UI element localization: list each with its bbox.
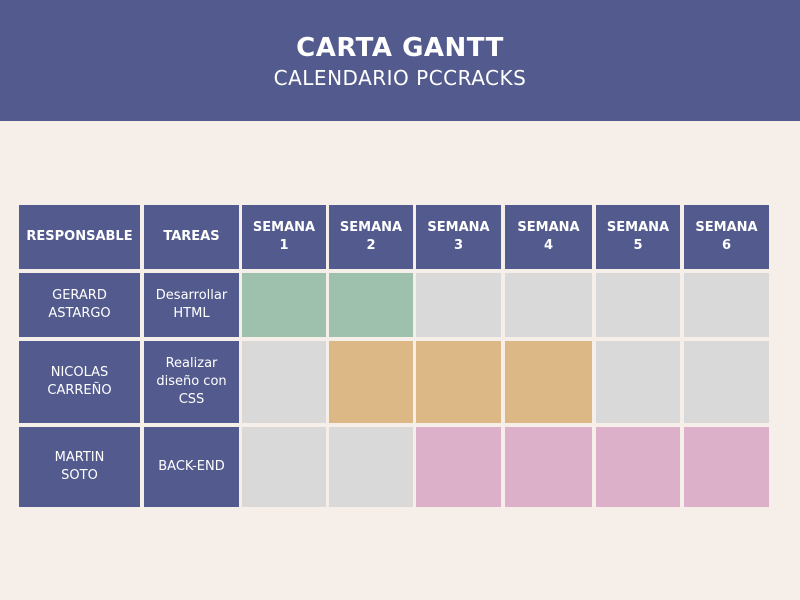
responsable-cell: MARTIN SOTO xyxy=(19,427,140,507)
task-label: BACK-END xyxy=(158,459,225,474)
column-header-label: SEMANA 2 xyxy=(339,220,403,253)
column-header: RESPONSABLE xyxy=(19,205,140,269)
gantt-table: RESPONSABLE TAREAS SEMANA 1 SEMANA 2 SEMANA … xyxy=(19,205,769,507)
task-cell: Desarrollar HTML xyxy=(144,273,239,337)
gantt-bar-empty xyxy=(416,273,501,337)
gantt-bar-empty xyxy=(329,427,413,507)
gantt-bar-active xyxy=(416,427,501,507)
column-header: SEMANA 2 xyxy=(329,205,413,269)
column-header-label: SEMANA 4 xyxy=(517,220,580,253)
column-header-label: RESPONSABLE xyxy=(26,229,133,244)
gantt-bar-active xyxy=(242,273,326,337)
gantt-bar-active xyxy=(505,427,592,507)
responsable-cell: GERARD ASTARGO xyxy=(19,273,140,337)
column-header: SEMANA 5 xyxy=(596,205,680,269)
gantt-bar-empty xyxy=(505,273,592,337)
responsable-label: GERARD ASTARGO xyxy=(48,288,111,321)
task-cell: BACK-END xyxy=(144,427,239,507)
column-header-label: SEMANA 3 xyxy=(427,220,490,253)
gantt-bar-active xyxy=(329,341,413,423)
gantt-bar-empty xyxy=(242,341,326,423)
gantt-bar-active xyxy=(684,427,769,507)
page-title: CARTA GANTT xyxy=(296,33,504,63)
gantt-bar-empty xyxy=(596,341,680,423)
column-header: TAREAS xyxy=(144,205,239,269)
task-label: Realizar diseño con CSS xyxy=(156,356,227,407)
column-header: SEMANA 3 xyxy=(416,205,501,269)
header-banner: CARTA GANTT CALENDARIO PCCRACKS xyxy=(0,0,800,121)
gantt-bar-active xyxy=(329,273,413,337)
responsable-cell: NICOLAS CARREÑO xyxy=(19,341,140,423)
task-cell: Realizar diseño con CSS xyxy=(144,341,239,423)
column-header: SEMANA 6 xyxy=(684,205,769,269)
gantt-bar-empty xyxy=(242,427,326,507)
column-header: SEMANA 1 xyxy=(242,205,326,269)
page-subtitle: CALENDARIO PCCRACKS xyxy=(273,66,527,90)
gantt-bar-active xyxy=(416,341,501,423)
gantt-bar-empty xyxy=(684,341,769,423)
column-header-label: TAREAS xyxy=(163,229,220,244)
responsable-label: NICOLAS CARREÑO xyxy=(47,365,112,398)
column-header-label: SEMANA 1 xyxy=(252,220,316,253)
gantt-bar-active xyxy=(596,427,680,507)
column-header-label: SEMANA 5 xyxy=(606,220,670,253)
column-header-label: SEMANA 6 xyxy=(695,220,758,253)
column-header: SEMANA 4 xyxy=(505,205,592,269)
gantt-bar-active xyxy=(505,341,592,423)
task-label: Desarrollar HTML xyxy=(155,288,228,321)
gantt-bar-empty xyxy=(684,273,769,337)
responsable-label: MARTIN SOTO xyxy=(54,450,105,483)
gantt-bar-empty xyxy=(596,273,680,337)
